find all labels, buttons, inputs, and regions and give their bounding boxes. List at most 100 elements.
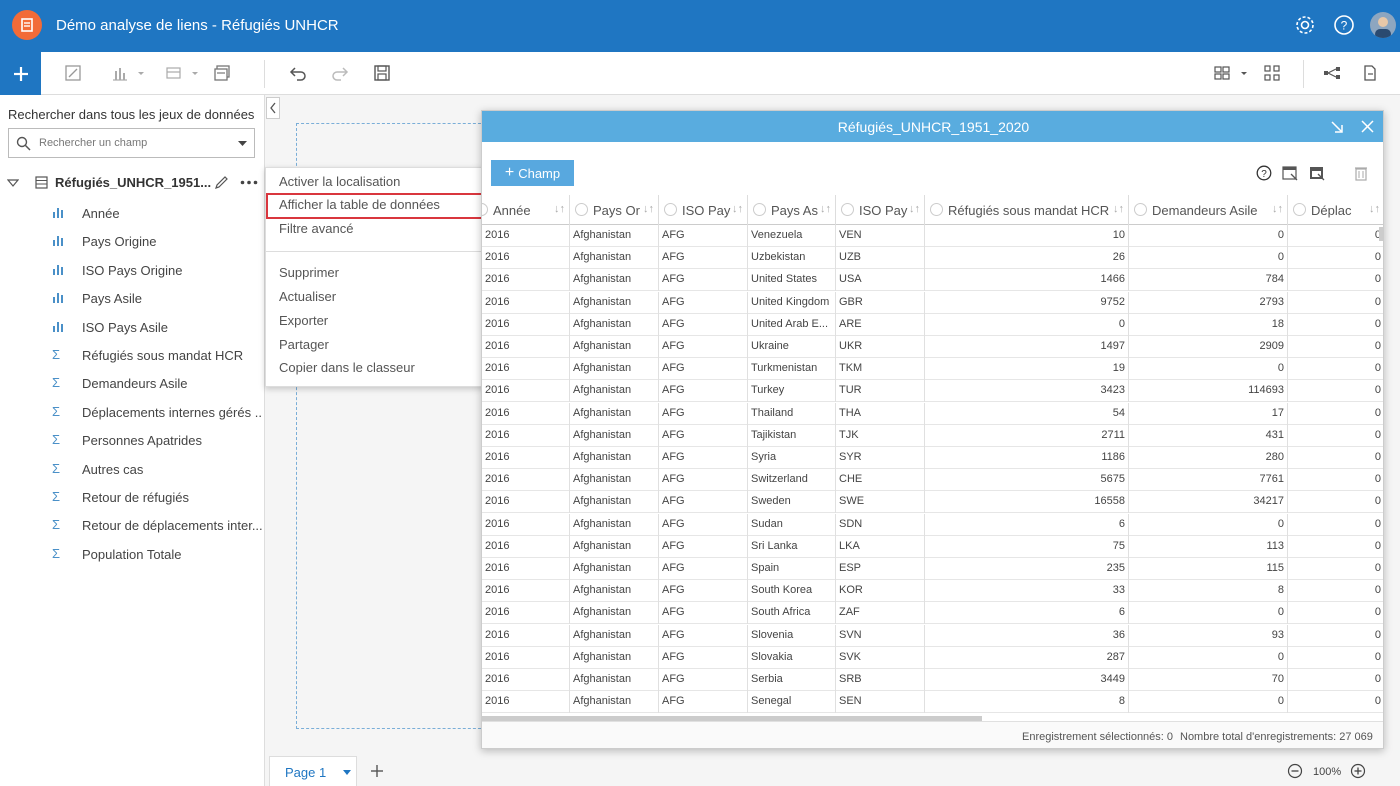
- field-item[interactable]: Σ Population Totale: [0, 542, 265, 566]
- dataset-row[interactable]: Réfugiés_UNHCR_1951...: [0, 171, 265, 195]
- field-item[interactable]: Pays Origine: [0, 229, 265, 253]
- column-header[interactable]: Pays As ↓↑: [748, 195, 836, 225]
- table-row[interactable]: 2016 Afghanistan AFG South Africa ZAF 6 0 0: [482, 602, 1383, 625]
- column-header[interactable]: Pays Or ↓↑: [570, 195, 659, 225]
- help-icon[interactable]: ?: [1255, 164, 1273, 182]
- field-item[interactable]: Σ Personnes Apatrides: [0, 428, 265, 452]
- table-row[interactable]: 2016 Afghanistan AFG Slovenia SVN 36 93 0: [482, 624, 1383, 647]
- sort-icon[interactable]: ↓↑: [1113, 203, 1124, 215]
- chevron-down-icon[interactable]: [343, 770, 351, 775]
- table-row[interactable]: 2016 Afghanistan AFG Switzerland CHE 5675 7761…: [482, 469, 1383, 492]
- menu-item-copy-to-workbook[interactable]: Copier dans le classeur: [279, 360, 415, 375]
- table-row[interactable]: 2016 Afghanistan AFG Thailand THA 54 17 0: [482, 402, 1383, 425]
- vertical-scrollbar[interactable]: [1379, 227, 1383, 241]
- sort-icon[interactable]: ↓↑: [1272, 203, 1283, 215]
- grid-icon[interactable]: [1263, 62, 1281, 84]
- document-icon[interactable]: [1361, 62, 1379, 84]
- field-item[interactable]: Σ Retour de déplacements inter...: [0, 513, 265, 537]
- table-row[interactable]: 2016 Afghanistan AFG United States USA 1466 78…: [482, 269, 1383, 292]
- table-row[interactable]: 2016 Afghanistan AFG Sudan SDN 6 0 0: [482, 513, 1383, 536]
- column-select-radio[interactable]: [482, 203, 488, 216]
- table-row[interactable]: 2016 Afghanistan AFG Senegal SEN 8 0 0: [482, 691, 1383, 714]
- field-item[interactable]: Pays Asile: [0, 286, 265, 310]
- app-logo-icon[interactable]: [12, 10, 42, 40]
- zoom-out-icon[interactable]: [1287, 763, 1303, 779]
- column-select-radio[interactable]: [1134, 203, 1147, 216]
- table-row[interactable]: 2016 Afghanistan AFG South Korea KOR 33 8 0: [482, 580, 1383, 603]
- column-select-radio[interactable]: [930, 203, 943, 216]
- menu-item-enable-location[interactable]: Activer la localisation: [279, 174, 400, 189]
- column-select-radio[interactable]: [841, 203, 854, 216]
- table-row[interactable]: 2016 Afghanistan AFG Slovakia SVK 287 0 0: [482, 646, 1383, 669]
- save-icon[interactable]: [373, 62, 391, 84]
- table-row[interactable]: 2016 Afghanistan AFG Serbia SRB 3449 70 0: [482, 669, 1383, 691]
- link-analysis-icon[interactable]: [1323, 62, 1341, 84]
- undo-icon[interactable]: [288, 62, 308, 84]
- menu-item-export[interactable]: Exporter: [279, 313, 328, 328]
- table-row[interactable]: 2016 Afghanistan AFG Ukraine UKR 1497 2909 0: [482, 336, 1383, 358]
- layout-dropdown-icon[interactable]: [1213, 62, 1249, 84]
- column-header[interactable]: Année ↓↑: [482, 195, 570, 225]
- expand-triangle-icon[interactable]: [7, 179, 19, 187]
- field-item[interactable]: ISO Pays Asile: [0, 315, 265, 339]
- add-button[interactable]: [0, 52, 41, 95]
- table-row[interactable]: 2016 Afghanistan AFG Sri Lanka LKA 75 113 0: [482, 535, 1383, 558]
- redo-icon[interactable]: [330, 62, 350, 84]
- pencil-icon[interactable]: [214, 175, 229, 190]
- chart-dropdown-icon[interactable]: [110, 62, 146, 84]
- table-row[interactable]: 2016 Afghanistan AFG Turkey TUR 3423 114693 0: [482, 380, 1383, 403]
- menu-item-advanced-filter[interactable]: Filtre avancé: [279, 221, 353, 236]
- table-row[interactable]: 2016 Afghanistan AFG United Arab E... ARE 0 18…: [482, 313, 1383, 336]
- more-options-icon[interactable]: [240, 180, 258, 185]
- edit-icon[interactable]: [64, 62, 82, 84]
- field-item[interactable]: Σ Déplacements internes gérés ...: [0, 400, 265, 424]
- column-select-radio[interactable]: [1293, 203, 1306, 216]
- column-select-radio[interactable]: [575, 203, 588, 216]
- field-item[interactable]: Σ Retour de réfugiés: [0, 485, 265, 509]
- table-row[interactable]: 2016 Afghanistan AFG United Kingdom GBR 9752 2…: [482, 291, 1383, 314]
- sort-icon[interactable]: ↓↑: [554, 203, 565, 215]
- create-dataset-icon[interactable]: [1308, 164, 1326, 182]
- help-icon[interactable]: ?: [1331, 12, 1357, 38]
- menu-item-delete[interactable]: Supprimer: [279, 265, 339, 280]
- create-card-icon[interactable]: [1281, 164, 1299, 182]
- table-row[interactable]: 2016 Afghanistan AFG Turkmenistan TKM 19 0 0: [482, 358, 1383, 381]
- sort-icon[interactable]: ↓↑: [909, 203, 920, 215]
- table-row[interactable]: 2016 Afghanistan AFG Venezuela VEN 10 0 0: [482, 225, 1383, 247]
- sort-icon[interactable]: ↓↑: [643, 203, 654, 215]
- collapse-panel-button[interactable]: [266, 97, 280, 119]
- table-dropdown-icon[interactable]: [164, 62, 200, 84]
- table-row[interactable]: 2016 Afghanistan AFG Tajikistan TJK 2711 431 0: [482, 424, 1383, 447]
- trash-icon[interactable]: [1352, 164, 1370, 182]
- field-item[interactable]: ISO Pays Origine: [0, 258, 265, 282]
- add-field-button[interactable]: + Champ: [491, 160, 574, 186]
- column-header[interactable]: Déplac ↓↑: [1288, 195, 1383, 225]
- gear-icon[interactable]: [1292, 12, 1318, 38]
- search-input[interactable]: Rechercher un champ: [8, 128, 255, 158]
- menu-item-refresh[interactable]: Actualiser: [279, 289, 336, 304]
- table-row[interactable]: 2016 Afghanistan AFG Sweden SWE 16558 34217 0: [482, 491, 1383, 514]
- page-tab[interactable]: Page 1: [269, 756, 357, 786]
- chevron-down-icon[interactable]: [238, 141, 247, 147]
- field-item[interactable]: Σ Demandeurs Asile: [0, 371, 265, 395]
- sort-icon[interactable]: ↓↑: [732, 203, 743, 215]
- column-header[interactable]: ISO Pay ↓↑: [836, 195, 925, 225]
- column-header[interactable]: ISO Pay ↓↑: [659, 195, 748, 225]
- column-select-radio[interactable]: [664, 203, 677, 216]
- user-avatar[interactable]: [1370, 12, 1396, 38]
- column-header[interactable]: Demandeurs Asile ↓↑: [1129, 195, 1288, 225]
- table-row[interactable]: 2016 Afghanistan AFG Spain ESP 235 115 0: [482, 558, 1383, 580]
- column-header[interactable]: Réfugiés sous mandat HCR ↓↑: [925, 195, 1129, 225]
- table-row[interactable]: 2016 Afghanistan AFG Syria SYR 1186 280 0: [482, 447, 1383, 469]
- sort-icon[interactable]: ↓↑: [820, 203, 831, 215]
- dataset-icon[interactable]: [213, 62, 231, 84]
- add-page-icon[interactable]: [370, 764, 384, 778]
- column-select-radio[interactable]: [753, 203, 766, 216]
- sort-icon[interactable]: ↓↑: [1369, 203, 1380, 215]
- field-item[interactable]: Σ Réfugiés sous mandat HCR: [0, 343, 265, 367]
- table-row[interactable]: 2016 Afghanistan AFG Uzbekistan UZB 26 0 0: [482, 247, 1383, 270]
- minimize-icon[interactable]: [1330, 120, 1344, 134]
- menu-item-share[interactable]: Partager: [279, 337, 329, 352]
- zoom-in-icon[interactable]: [1350, 763, 1366, 779]
- field-item[interactable]: Année: [0, 201, 265, 225]
